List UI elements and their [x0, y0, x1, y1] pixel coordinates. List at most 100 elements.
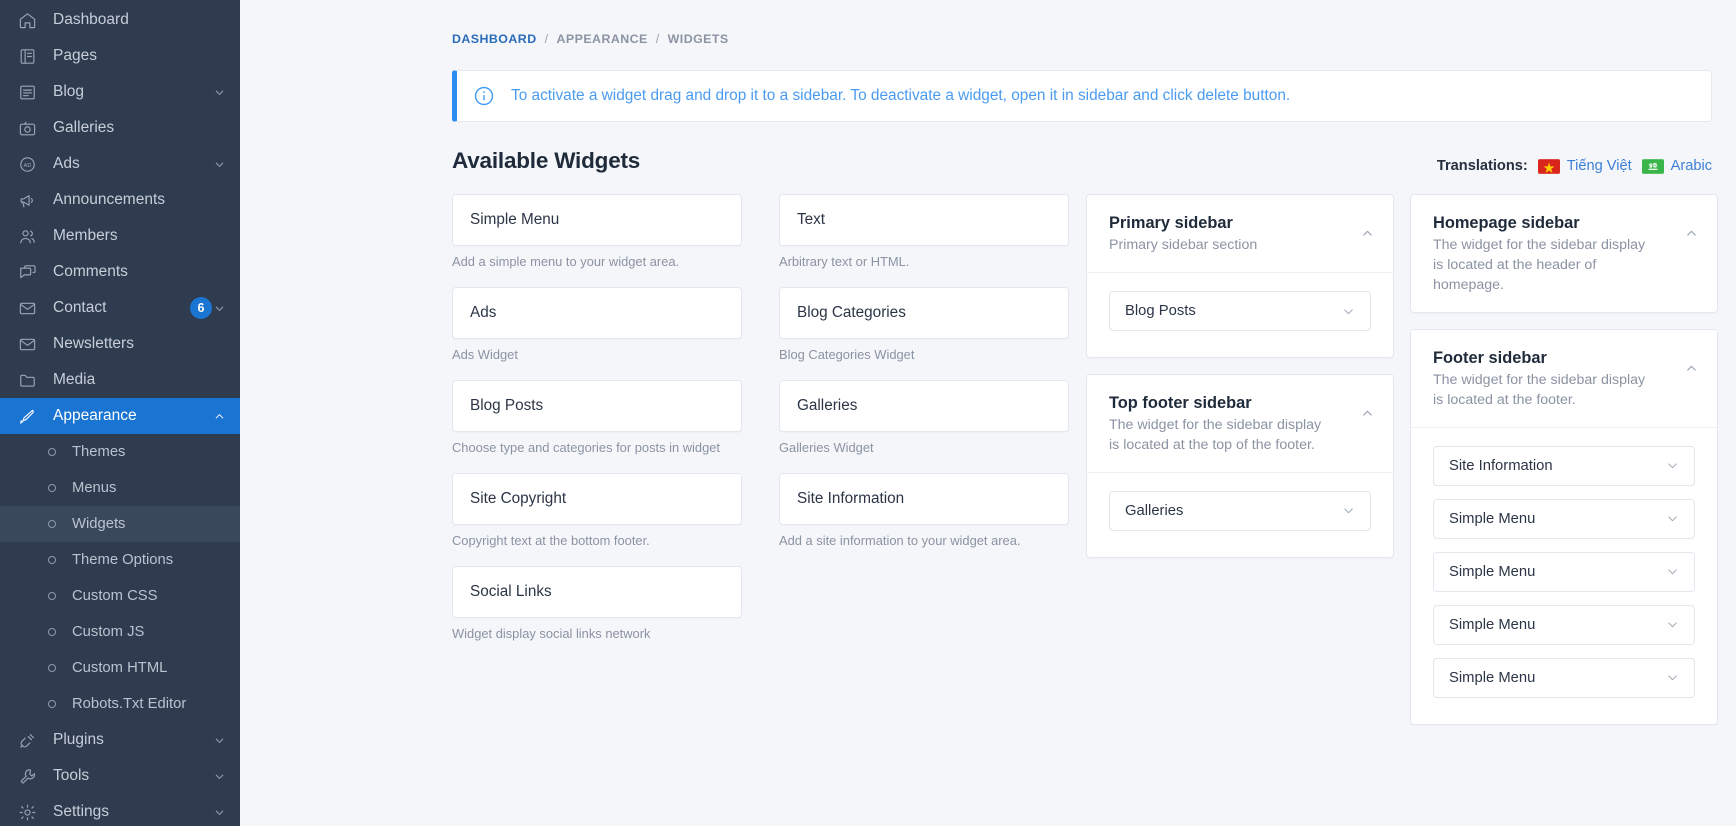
sidebar-panel-header[interactable]: Homepage sidebar The widget for the sideb…	[1411, 195, 1717, 312]
sidebar-subitem-label: Robots.Txt Editor	[72, 696, 187, 712]
chevron-up-icon[interactable]	[1360, 226, 1375, 246]
sidebar-panel-header[interactable]: Top footer sidebar The widget for the sid…	[1087, 375, 1393, 472]
breadcrumb-item-dashboard[interactable]: DASHBOARD	[452, 32, 537, 46]
chevron-down-icon[interactable]	[1341, 503, 1356, 518]
chevron-down-icon[interactable]	[212, 733, 226, 747]
sidebar-item-plugins[interactable]: Plugins	[0, 722, 240, 758]
sidebar-panel-subtitle: The widget for the sidebar display is lo…	[1433, 371, 1646, 408]
sidebar-subitem-themes[interactable]: Themes	[0, 434, 240, 470]
chevron-down-icon[interactable]	[212, 85, 226, 99]
assigned-widget-item[interactable]: Simple Menu	[1433, 498, 1695, 539]
main-sidebar: Dashboard Pages Blog Galleries AD Ads Announce…	[0, 0, 240, 826]
assigned-widget-item[interactable]: Blog Posts	[1109, 291, 1371, 332]
translation-link-vietnamese[interactable]: Tiếng Việt	[1537, 158, 1632, 174]
sidebar-subitem-robots-txt-editor[interactable]: Robots.Txt Editor	[0, 686, 240, 722]
widget-card[interactable]: Blog Categories	[779, 287, 1069, 339]
sidebar-item-comments[interactable]: Comments	[0, 254, 240, 290]
ad-icon: AD	[18, 155, 40, 173]
brush-icon	[18, 407, 40, 425]
mail-icon	[18, 299, 40, 317]
widget-card[interactable]: Blog Posts	[452, 380, 742, 432]
bullet-icon	[48, 592, 56, 600]
sidebar-panel-header[interactable]: Primary sidebar Primary sidebar section	[1087, 195, 1393, 272]
sidebar-subitem-widgets[interactable]: Widgets	[0, 506, 240, 542]
vietnam-flag-icon	[1537, 158, 1560, 174]
sidebar-item-settings[interactable]: Settings	[0, 794, 240, 826]
chevron-up-icon[interactable]	[1360, 406, 1375, 426]
assigned-widget-item[interactable]: Simple Menu	[1433, 604, 1695, 645]
sidebar-subitem-custom-html[interactable]: Custom HTML	[0, 650, 240, 686]
widget-description: Add a simple menu to your widget area.	[452, 254, 680, 269]
assigned-widget-item[interactable]: Simple Menu	[1433, 551, 1695, 592]
chevron-down-icon[interactable]	[1665, 458, 1680, 473]
sidebar-item-pages[interactable]: Pages	[0, 38, 240, 74]
chevron-down-icon[interactable]	[212, 301, 226, 315]
sidebar-subitem-label: Custom JS	[72, 624, 145, 640]
chevron-down-icon[interactable]	[1341, 304, 1356, 319]
translation-link-arabic[interactable]: ۩۞ Arabic	[1641, 158, 1712, 174]
folder-icon	[18, 371, 40, 389]
chevron-down-icon[interactable]	[1665, 564, 1680, 579]
chevron-up-icon[interactable]	[1684, 226, 1699, 246]
sidebar-panel-title: Top footer sidebar	[1109, 394, 1252, 413]
widget-card[interactable]: Galleries	[779, 380, 1069, 432]
chevron-down-icon[interactable]	[1665, 617, 1680, 632]
widget-description: Widget display social links network	[452, 626, 651, 641]
sidebar-item-newsletters[interactable]: Newsletters	[0, 326, 240, 362]
sidebar-item-announcements[interactable]: Announcements	[0, 182, 240, 218]
assigned-widget-item[interactable]: Simple Menu	[1433, 657, 1695, 698]
sidebar-item-galleries[interactable]: Galleries	[0, 110, 240, 146]
sidebar-item-blog[interactable]: Blog	[0, 74, 240, 110]
sidebar-item-ads[interactable]: AD Ads	[0, 146, 240, 182]
chevron-up-icon[interactable]	[1684, 361, 1699, 381]
sidebar-subitem-menus[interactable]: Menus	[0, 470, 240, 506]
sidebar-item-tools[interactable]: Tools	[0, 758, 240, 794]
sidebar-panel-header[interactable]: Footer sidebar The widget for the sidebar…	[1411, 330, 1717, 427]
assigned-widget-item[interactable]: Galleries	[1109, 490, 1371, 531]
page-header-row: Available Widgets Translations: Tiếng Vi…	[452, 148, 1712, 174]
chevron-down-icon[interactable]	[1665, 670, 1680, 685]
widget-card-label: Ads	[470, 304, 497, 321]
breadcrumb-item-appearance[interactable]: APPEARANCE	[557, 32, 648, 46]
sidebar-item-contact[interactable]: Contact 6	[0, 290, 240, 326]
chevron-down-icon[interactable]	[212, 157, 226, 171]
widget-card[interactable]: Social Links	[452, 566, 742, 618]
sidebar-item-appearance[interactable]: Appearance	[0, 398, 240, 434]
widget-card[interactable]: Ads	[452, 287, 742, 339]
available-widget-cell: Site Information Add a site information t…	[779, 473, 1069, 566]
bullet-icon	[48, 520, 56, 528]
chevron-down-icon[interactable]	[212, 769, 226, 783]
sidebar-panel-homepage-sidebar: Homepage sidebar The widget for the sideb…	[1410, 194, 1718, 313]
bullet-icon	[48, 448, 56, 456]
chevron-down-icon[interactable]	[212, 805, 226, 819]
home-icon	[18, 11, 40, 29]
info-alert-text: To activate a widget drag and drop it to…	[511, 87, 1291, 104]
widget-card[interactable]: Simple Menu	[452, 194, 742, 246]
plug-icon	[18, 731, 40, 749]
sidebar-subitem-custom-js[interactable]: Custom JS	[0, 614, 240, 650]
widget-card-label: Blog Categories	[797, 304, 906, 321]
sidebar-subitem-label: Widgets	[72, 516, 126, 532]
sidebar-subitem-theme-options[interactable]: Theme Options	[0, 542, 240, 578]
sidebar-item-members[interactable]: Members	[0, 218, 240, 254]
info-alert: To activate a widget drag and drop it to…	[452, 70, 1712, 122]
chevron-down-icon[interactable]	[1665, 511, 1680, 526]
assigned-widget-item[interactable]: Site Information	[1433, 445, 1695, 486]
available-widget-cell: Blog Categories Blog Categories Widget	[779, 287, 1069, 380]
assigned-widget-label: Simple Menu	[1449, 616, 1536, 633]
available-widget-cell: Text Arbitrary text or HTML.	[779, 194, 1069, 287]
chevron-up-icon[interactable]	[212, 409, 226, 423]
widget-card[interactable]: Text	[779, 194, 1069, 246]
sidebar-item-dashboard[interactable]: Dashboard	[0, 2, 240, 38]
sidebar-item-label: Members	[53, 227, 118, 245]
widget-description: Copyright text at the bottom footer.	[452, 533, 650, 548]
available-widget-cell: Site Copyright Copyright text at the bott…	[452, 473, 742, 566]
svg-text:AD: AD	[24, 162, 32, 168]
sidebar-item-media[interactable]: Media	[0, 362, 240, 398]
widget-card[interactable]: Site Information	[779, 473, 1069, 525]
megaphone-icon	[18, 191, 40, 209]
breadcrumb-item-widgets[interactable]: WIDGETS	[668, 32, 729, 46]
sidebar-subitem-custom-css[interactable]: Custom CSS	[0, 578, 240, 614]
available-widget-cell: Ads Ads Widget	[452, 287, 742, 380]
widget-card[interactable]: Site Copyright	[452, 473, 742, 525]
